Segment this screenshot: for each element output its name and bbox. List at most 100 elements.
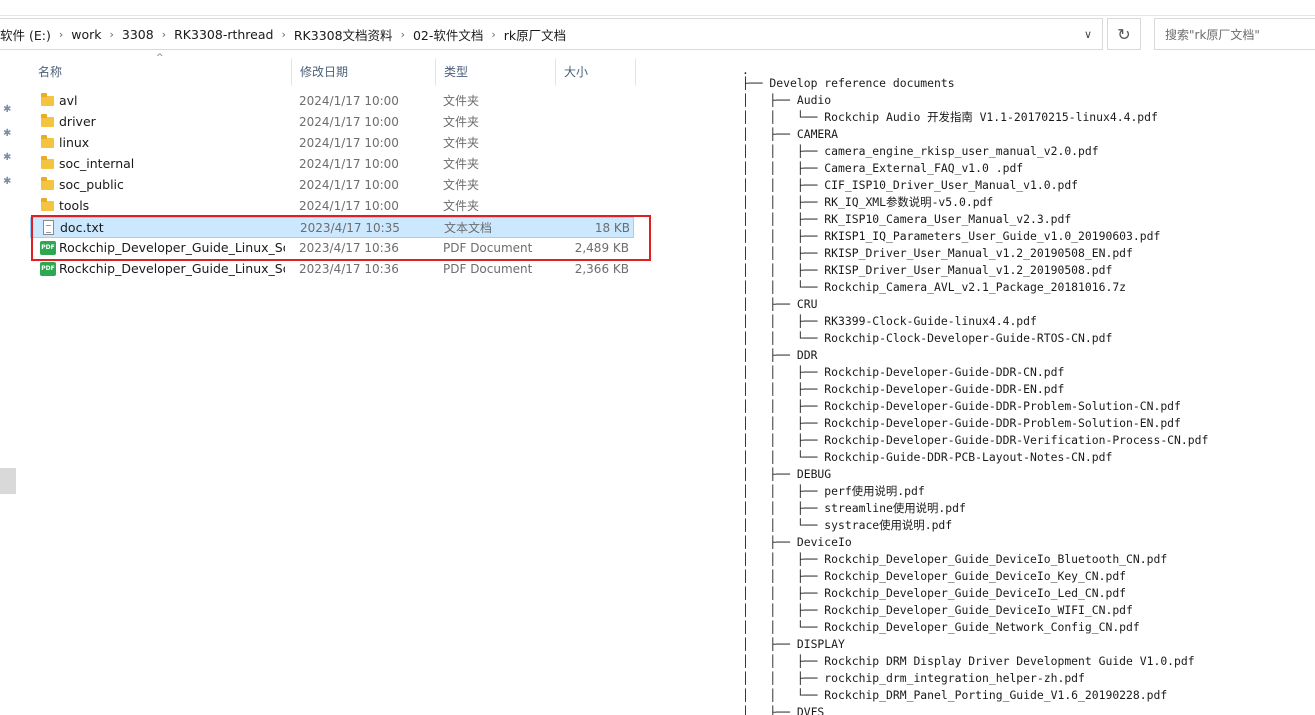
pdf-file-icon: PDF: [40, 261, 56, 277]
file-size: [556, 91, 629, 112]
folder-icon: [40, 93, 56, 109]
tree-line: │ │ ├── Rockchip DRM Display Driver Deve…: [742, 654, 1195, 668]
folder-icon: [40, 198, 56, 214]
tree-line: │ │ ├── Rockchip-Developer-Guide-DDR-Ver…: [742, 433, 1209, 447]
breadcrumb: 软件 (E:) › work › 3308 › RK3308-rthread ›…: [0, 19, 572, 49]
file-size: [556, 112, 629, 133]
tree-line: │ │ ├── Rockchip_Developer_Guide_DeviceI…: [742, 586, 1127, 600]
file-date: 2023/4/17 10:35: [300, 221, 400, 235]
file-type: 文件夹: [443, 178, 480, 192]
chevron-right-icon[interactable]: ›: [279, 28, 287, 41]
tree-line: │ ├── CRU: [742, 297, 818, 311]
column-header-date[interactable]: 修改日期: [292, 58, 436, 86]
preview-pane: . ├── Develop reference documents │ ├── …: [742, 60, 1315, 715]
navigation-pane[interactable]: ✱ ✱ ✱ ✱: [0, 52, 20, 715]
file-row-selected[interactable]: doc.txt 2023/4/17 10:35 文本文档 18 KB: [30, 217, 634, 238]
refresh-button[interactable]: ↻: [1107, 18, 1141, 50]
file-type: 文件夹: [443, 199, 480, 213]
tree-line: │ │ ├── perf使用说明.pdf: [742, 484, 925, 498]
breadcrumb-rk3308-rthread[interactable]: RK3308-rthread: [168, 27, 279, 42]
file-row[interactable]: soc_internal 2024/1/17 10:00 文件夹: [30, 154, 634, 175]
file-type: 文件夹: [443, 136, 480, 150]
file-name: soc_internal: [59, 156, 135, 171]
search-input[interactable]: [1163, 20, 1315, 50]
tree-line: │ │ ├── Camera_External_FAQ_v1.0 .pdf: [742, 161, 1024, 175]
file-row[interactable]: driver 2024/1/17 10:00 文件夹: [30, 112, 634, 133]
tree-line: │ │ ├── camera_engine_rkisp_user_manual_…: [742, 144, 1099, 158]
file-name: Rockchip_Developer_Guide_Linux_Sof...: [59, 240, 285, 255]
column-header-name[interactable]: 名称: [30, 58, 292, 86]
breadcrumb-drive[interactable]: 软件 (E:): [0, 25, 57, 44]
pin-icon: ✱: [3, 104, 12, 115]
text-file-icon: [41, 220, 57, 236]
tree-line: │ │ ├── Rockchip-Developer-Guide-DDR-Pro…: [742, 399, 1181, 413]
pin-icon: ✱: [3, 128, 12, 139]
file-explorer-window: 软件 (E:) › work › 3308 › RK3308-rthread ›…: [0, 0, 1315, 715]
column-header-size[interactable]: 大小: [556, 58, 636, 86]
search-box[interactable]: [1154, 18, 1315, 50]
file-row[interactable]: PDF Rockchip_Developer_Guide_Linux_Sof..…: [30, 238, 634, 259]
file-date: 2024/1/17 10:00: [299, 199, 399, 213]
tree-line: │ │ └── Rockchip-Guide-DDR-PCB-Layout-No…: [742, 450, 1113, 464]
tree-line: │ │ ├── RK3399-Clock-Guide-linux4.4.pdf: [742, 314, 1037, 328]
tree-line: │ │ ├── Rockchip-Developer-Guide-DDR-EN.…: [742, 382, 1065, 396]
ribbon-edge: [0, 0, 1315, 16]
file-date: 2024/1/17 10:00: [299, 94, 399, 108]
tree-line: │ ├── Audio: [742, 93, 832, 107]
nav-selected-item[interactable]: [0, 468, 16, 494]
chevron-right-icon[interactable]: ›: [489, 28, 497, 41]
tree-line: │ │ ├── Rockchip_Developer_Guide_DeviceI…: [742, 603, 1133, 617]
tree-line: │ ├── DEBUG: [742, 467, 832, 481]
file-name: linux: [59, 135, 90, 150]
file-row[interactable]: tools 2024/1/17 10:00 文件夹: [30, 196, 634, 217]
file-size: [556, 175, 629, 196]
chevron-down-icon[interactable]: ∨: [1074, 19, 1102, 49]
folder-icon: [40, 114, 56, 130]
column-header-type[interactable]: 类型: [436, 58, 556, 86]
file-size: 2,489 KB: [574, 241, 629, 255]
file-size: [556, 133, 629, 154]
chevron-right-icon[interactable]: ›: [108, 28, 116, 41]
file-type: 文本文档: [444, 221, 493, 235]
tree-line: │ │ ├── RK_IQ_XML参数说明-v5.0.pdf: [742, 195, 994, 209]
tree-line: │ ├── DeviceIo: [742, 535, 852, 549]
breadcrumb-work[interactable]: work: [65, 27, 107, 42]
tree-line: │ │ └── Rockchip Audio 开发指南 V1.1-2017021…: [742, 110, 1158, 124]
chevron-right-icon[interactable]: ›: [399, 28, 407, 41]
breadcrumb-3308[interactable]: 3308: [116, 27, 160, 42]
pin-icon: ✱: [3, 176, 12, 187]
file-size: 2,366 KB: [574, 262, 629, 276]
file-name: avl: [59, 93, 78, 108]
tree-line: │ │ ├── RKISP_Driver_User_Manual_v1.2_20…: [742, 246, 1133, 260]
tree-line: │ │ ├── RK_ISP10_Camera_User_Manual_v2.3…: [742, 212, 1072, 226]
file-size: 18 KB: [594, 221, 630, 235]
file-row[interactable]: avl 2024/1/17 10:00 文件夹: [30, 91, 634, 112]
address-bar[interactable]: 软件 (E:) › work › 3308 › RK3308-rthread ›…: [0, 18, 1103, 50]
file-name: soc_public: [59, 177, 124, 192]
tree-line: │ │ ├── CIF_ISP10_Driver_User_Manual_v1.…: [742, 178, 1079, 192]
file-size: [556, 196, 629, 217]
folder-icon: [40, 135, 56, 151]
tree-line: │ │ ├── rockchip_drm_integration_helper-…: [742, 671, 1085, 685]
tree-line: │ │ ├── RKISP_Driver_User_Manual_v1.2_20…: [742, 263, 1113, 277]
tree-line: │ │ └── Rockchip_DRM_Panel_Porting_Guide…: [742, 688, 1168, 702]
file-size: [556, 154, 629, 175]
chevron-right-icon[interactable]: ›: [57, 28, 65, 41]
file-type: PDF Document: [443, 262, 533, 276]
file-type: 文件夹: [443, 157, 480, 171]
file-name: doc.txt: [60, 220, 104, 235]
file-name: driver: [59, 114, 96, 129]
chevron-right-icon[interactable]: ›: [160, 28, 168, 41]
breadcrumb-software-docs[interactable]: 02-软件文档: [407, 25, 489, 44]
file-row[interactable]: linux 2024/1/17 10:00 文件夹: [30, 133, 634, 154]
file-date: 2023/4/17 10:36: [299, 241, 399, 255]
file-row[interactable]: PDF Rockchip_Developer_Guide_Linux_Sof..…: [30, 259, 634, 280]
refresh-icon: ↻: [1117, 24, 1131, 44]
tree-line: │ │ └── Rockchip_Camera_AVL_v2.1_Package…: [742, 280, 1127, 294]
column-headers: ^ 名称 修改日期 类型 大小: [30, 53, 640, 86]
breadcrumb-rk-docs[interactable]: rk原厂文档: [498, 25, 572, 44]
tree-line: │ ├── CAMERA: [742, 127, 839, 141]
breadcrumb-rk3308-docs[interactable]: RK3308文档资料: [288, 25, 399, 44]
file-row[interactable]: soc_public 2024/1/17 10:00 文件夹: [30, 175, 634, 196]
tree-line: │ │ ├── RKISP1_IQ_Parameters_User_Guide_…: [742, 229, 1161, 243]
